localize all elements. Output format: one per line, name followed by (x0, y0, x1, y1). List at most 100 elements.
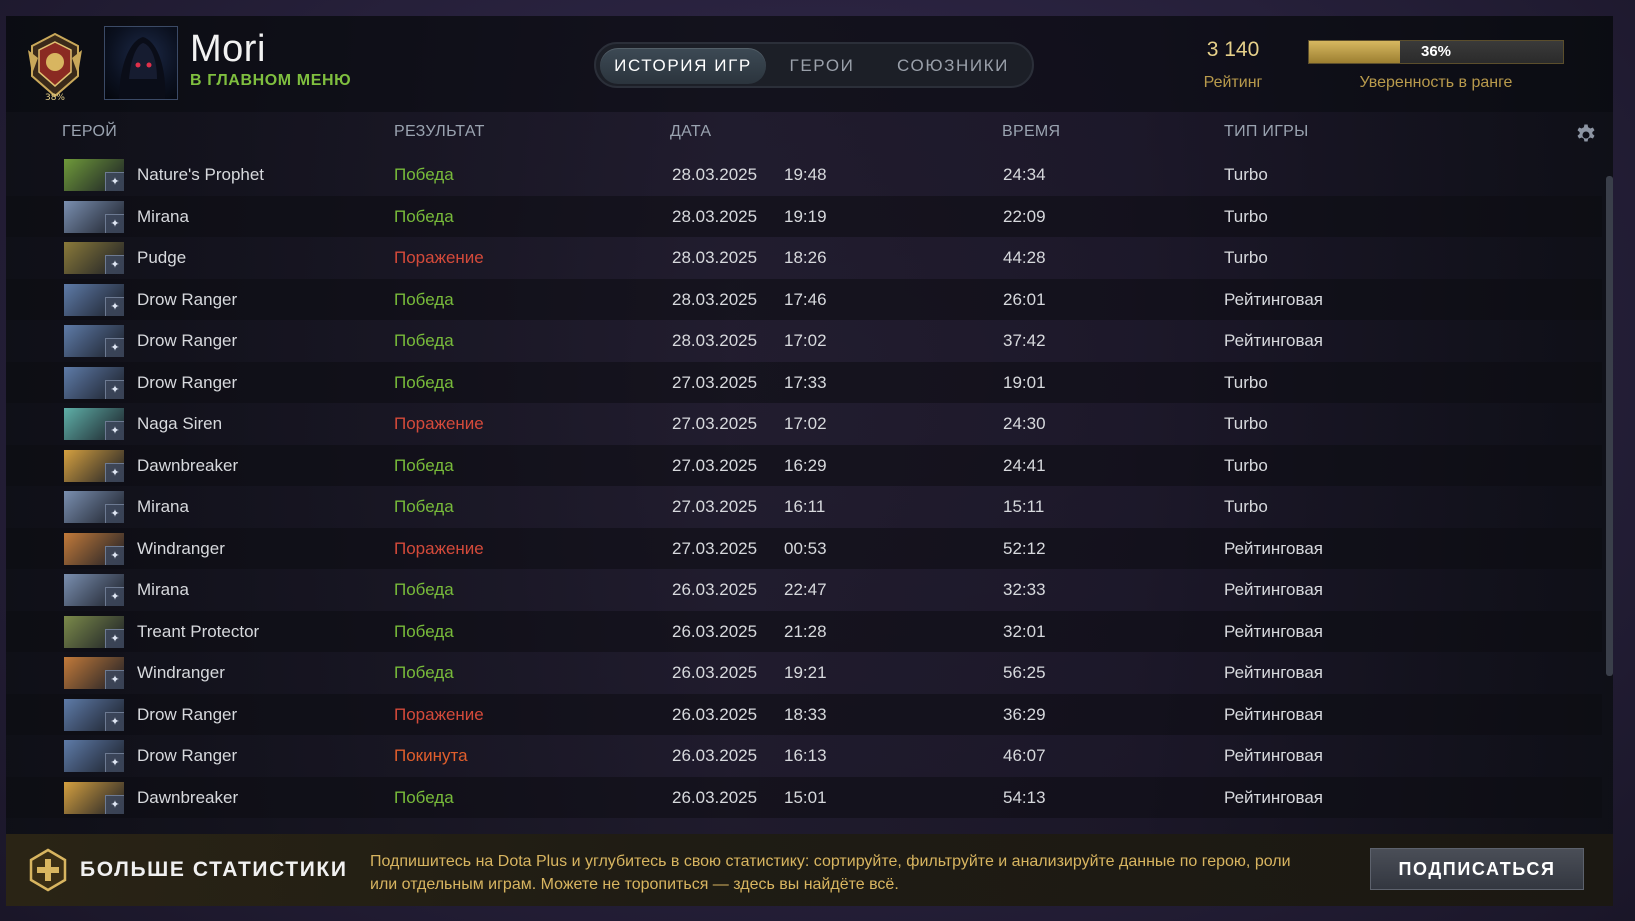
hero-portrait: ✦ (64, 242, 124, 274)
match-time: 17:02 (784, 414, 827, 433)
match-duration: 22:09 (1003, 206, 1046, 226)
hero-portrait: ✦ (64, 740, 124, 772)
column-date[interactable]: ДАТА (670, 123, 711, 141)
match-result: Победа (394, 372, 454, 392)
hero-portrait: ✦ (64, 449, 124, 482)
medal-percent: 38% (45, 93, 65, 102)
table-row[interactable]: ✦ Mirana Победа 28.03.2025 19:19 22:09 Turbo (6, 195, 1602, 237)
table-row[interactable]: ✦ Drow Ranger Покинута 26.03.2025 16:13 46:07… (6, 735, 1602, 777)
subscribe-button[interactable]: ПОДПИСАТЬСЯ (1370, 848, 1584, 890)
table-row[interactable]: ✦ Nature's Prophet Победа 28.03.2025 19:48 24… (6, 154, 1602, 196)
match-result: Победа (394, 787, 454, 807)
table-row[interactable]: ✦ Drow Ranger Победа 27.03.2025 17:33 19:01 Tu… (6, 361, 1602, 403)
rank-confidence-bar: 36% (1308, 40, 1564, 64)
table-row[interactable]: ✦ Pudge Поражение 28.03.2025 18:26 44:28 Turbo (6, 237, 1602, 279)
table-header: ГЕРОЙ РЕЗУЛЬТАТ ДАТА ВРЕМЯ ТИП ИГРЫ (6, 114, 1613, 152)
table-row[interactable]: ✦ Drow Ranger Победа 28.03.2025 17:46 26:01 Ре… (6, 278, 1602, 320)
gear-icon[interactable] (1574, 121, 1598, 145)
hero-attribute-icon: ✦ (105, 628, 124, 648)
hero-portrait: ✦ (64, 491, 124, 523)
hero-attribute-icon: ✦ (105, 338, 124, 357)
dota-plus-banner: БОЛЬШЕ СТАТИСТИКИ Подпишитесь на Dota Pl… (6, 834, 1613, 906)
game-type: Рейтинговая (1224, 746, 1323, 765)
hero-portrait: ✦ (64, 366, 124, 399)
match-result: Победа (394, 289, 454, 309)
match-time: 17:33 (784, 372, 827, 392)
tab-match-history[interactable]: ИСТОРИЯ ИГР (600, 48, 766, 84)
match-history-panel: 38% Mori В ГЛАВНОМ МЕНЮ ИСТОРИЯ ИГР ГЕРО… (6, 16, 1613, 906)
match-time: 00:53 (784, 538, 827, 558)
game-type: Turbo (1224, 165, 1268, 184)
match-duration: 32:01 (1003, 621, 1046, 641)
table-row[interactable]: ✦ Treant Protector Победа 26.03.2025 21:28 32… (6, 610, 1602, 652)
tab-allies[interactable]: СОЮЗНИКИ (878, 48, 1028, 84)
game-type: Turbo (1224, 206, 1268, 226)
column-game-type[interactable]: ТИП ИГРЫ (1224, 123, 1309, 141)
hero-attribute-icon: ✦ (105, 711, 124, 731)
hero-portrait: ✦ (64, 781, 124, 814)
banner-text: Подпишитесь на Dota Plus и углубитесь в … (370, 853, 1291, 893)
rank-medal-icon: 38% (28, 32, 82, 102)
match-time: 17:46 (784, 289, 827, 309)
table-row[interactable]: ✦ Windranger Победа 26.03.2025 19:21 56:25 Рей… (6, 652, 1602, 694)
tab-bar: ИСТОРИЯ ИГР ГЕРОИ СОЮЗНИКИ (594, 42, 1034, 88)
game-type: Turbo (1224, 497, 1268, 516)
game-type: Рейтинговая (1224, 331, 1323, 350)
table-row[interactable]: ✦ Mirana Победа 26.03.2025 22:47 32:33 Рейтинг… (6, 569, 1602, 611)
match-duration: 26:01 (1003, 289, 1046, 309)
tab-heroes[interactable]: ГЕРОИ (768, 48, 876, 84)
match-date: 27.03.2025 (672, 538, 758, 558)
match-result: Поражение (394, 414, 484, 433)
match-time: 19:19 (784, 206, 827, 226)
hero-attribute-icon: ✦ (105, 462, 124, 482)
rating-label: Рейтинг (1203, 74, 1263, 91)
hero-portrait: ✦ (64, 159, 124, 191)
hero-portrait: ✦ (64, 657, 124, 689)
banner-title: БОЛЬШЕ СТАТИСТИКИ (80, 858, 348, 881)
match-time: 16:11 (784, 497, 826, 516)
rank-confidence-label: Уверенность в ранге (1359, 74, 1513, 91)
hero-name: Dawnbreaker (137, 455, 239, 475)
match-result: Победа (394, 455, 454, 475)
game-type: Turbo (1224, 455, 1268, 475)
match-duration: 32:33 (1003, 580, 1046, 599)
match-result: Победа (394, 331, 454, 350)
rank-confidence-percent: 36% (1420, 43, 1452, 60)
match-result: Победа (394, 165, 454, 184)
hero-name: Pudge (137, 248, 187, 267)
column-duration[interactable]: ВРЕМЯ (1002, 123, 1060, 141)
hero-attribute-icon: ✦ (105, 421, 124, 440)
table-row[interactable]: ✦ Dawnbreaker Победа 27.03.2025 16:29 24:41 Tu… (6, 444, 1602, 486)
match-date: 26.03.2025 (672, 663, 758, 682)
match-date: 28.03.2025 (672, 289, 758, 309)
game-type: Рейтинговая (1224, 663, 1323, 682)
match-result: Покинута (394, 746, 468, 765)
hero-name: Drow Ranger (137, 331, 238, 350)
column-hero[interactable]: ГЕРОЙ (62, 123, 117, 141)
hero-portrait: ✦ (64, 574, 124, 606)
match-duration: 36:29 (1003, 704, 1046, 724)
scrollbar[interactable] (1606, 176, 1613, 676)
match-date: 28.03.2025 (672, 165, 758, 184)
table-row[interactable]: ✦ Drow Ranger Поражение 26.03.2025 18:33 36:2… (6, 693, 1602, 735)
match-result: Поражение (394, 538, 484, 558)
game-type: Рейтинговая (1224, 787, 1323, 807)
match-date: 26.03.2025 (672, 704, 758, 724)
match-date: 26.03.2025 (672, 787, 758, 807)
hero-attribute-icon: ✦ (105, 379, 124, 399)
table-row[interactable]: ✦ Drow Ranger Победа 28.03.2025 17:02 37:42 Ре… (6, 320, 1602, 362)
match-result: Победа (394, 621, 454, 641)
table-row[interactable]: ✦ Dawnbreaker Победа 26.03.2025 15:01 54:13 Ре… (6, 776, 1602, 818)
dota-plus-icon (29, 848, 67, 892)
hero-portrait: ✦ (64, 200, 124, 233)
match-duration: 15:11 (1003, 497, 1045, 516)
match-duration: 24:41 (1003, 455, 1046, 475)
table-row[interactable]: ✦ Naga Siren Поражение 27.03.2025 17:02 24:30… (6, 403, 1602, 445)
column-result[interactable]: РЕЗУЛЬТАТ (394, 123, 485, 141)
table-row[interactable]: ✦ Mirana Победа 27.03.2025 16:11 15:11 Turbo (6, 486, 1602, 528)
avatar[interactable] (104, 26, 178, 100)
hero-portrait: ✦ (64, 532, 124, 565)
table-row[interactable]: ✦ Windranger Поражение 27.03.2025 00:53 52:12… (6, 527, 1602, 569)
hero-attribute-icon: ✦ (105, 753, 124, 772)
hero-name: Drow Ranger (137, 704, 238, 724)
